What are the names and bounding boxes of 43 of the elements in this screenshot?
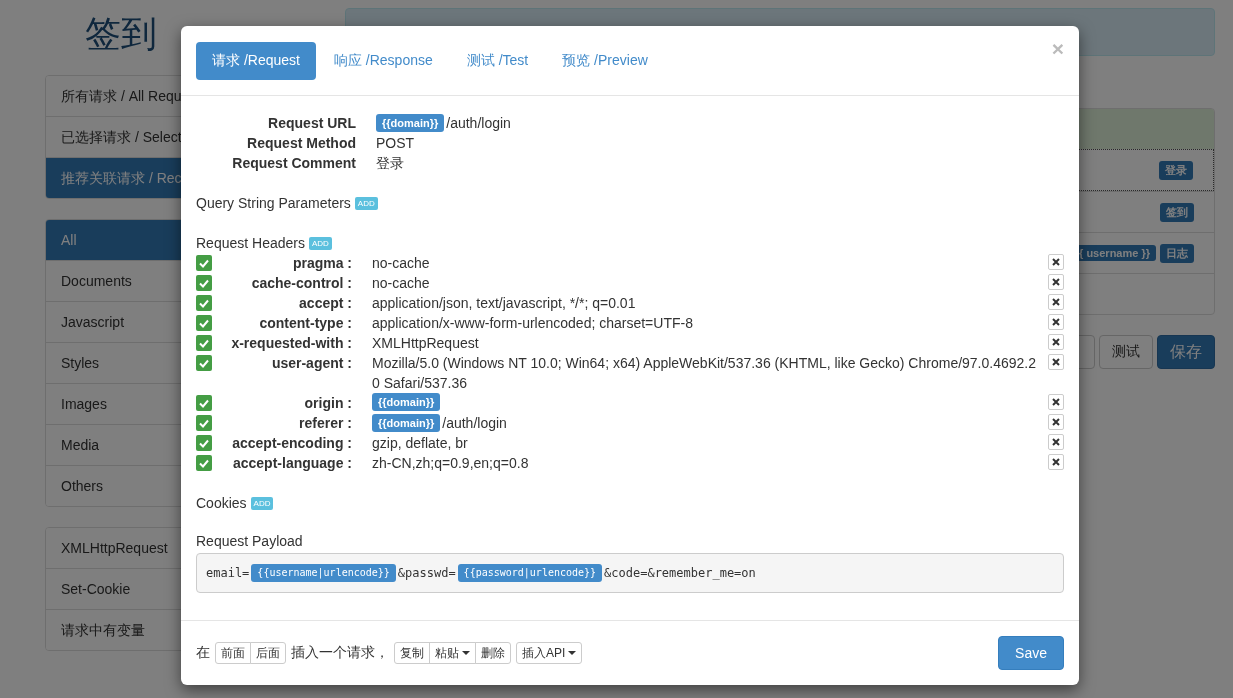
header-value: application/x-www-form-urlencoded; charset=UTF-8: [372, 314, 693, 333]
request-tag: 日志: [1160, 243, 1194, 263]
header-value: no-cache: [372, 274, 430, 293]
header-name: accept :: [298, 294, 353, 313]
header-name: origin :: [303, 394, 353, 413]
variable-tag: {{password|urlencode}}: [457, 564, 603, 582]
section-title: Request Headers: [196, 234, 305, 253]
variable-tag: {{domain}}: [372, 393, 441, 411]
header-name: user-agent :: [270, 354, 353, 373]
header-value: XMLHttpRequest: [372, 334, 479, 353]
field-value: POST: [376, 134, 415, 153]
section-title: Cookies: [196, 494, 247, 513]
header-value: /auth/login: [442, 414, 507, 433]
field-label: Request URL: [267, 114, 357, 133]
request-tag: 签到: [1160, 202, 1194, 222]
footer-text: 插入一个请求，: [291, 644, 389, 662]
payload-text: &code=&remember_me=on: [604, 566, 756, 580]
header-name: pragma :: [291, 254, 353, 273]
header-value: application/json, text/javascript, */*; q=0.01: [372, 294, 636, 313]
header-value: gzip, deflate, br: [372, 434, 468, 453]
payload-text: email=: [206, 566, 250, 580]
header-name: referer :: [298, 414, 353, 433]
field-label: Request Comment: [231, 154, 357, 173]
request-tag: 登录: [1159, 160, 1193, 180]
header-value: Mozilla/5.0 (Windows NT 10.0; Win64; x64) AppleWebKit/537.36 (KHTML, like Gecko) Chrome/97.0.4692.20 Safari/537.36: [372, 354, 1037, 393]
variable-tag: {{username|urlencode}}: [251, 564, 396, 582]
header-value: no-cache: [372, 254, 430, 273]
header-name: x-requested-with :: [230, 334, 353, 353]
header-value: zh-CN,zh;q=0.9,en;q=0.8: [372, 454, 529, 473]
header-name: accept-encoding :: [231, 434, 353, 453]
section-title: Request Payload: [196, 532, 303, 551]
field-value: 登录: [376, 154, 404, 173]
page-title: 签到: [85, 16, 157, 52]
header-name: accept-language :: [231, 454, 353, 473]
variable-tag: {{domain}}: [372, 414, 441, 432]
footer-text: 在: [196, 644, 210, 662]
header-name: content-type :: [258, 314, 353, 333]
section-title: Query String Parameters: [196, 194, 351, 213]
field-value: /auth/login: [446, 114, 511, 133]
header-name: cache-control :: [250, 274, 353, 293]
variable-tag: {{domain}}: [376, 114, 445, 132]
field-label: Request Method: [246, 134, 357, 153]
payload-text: &passwd=: [397, 566, 456, 580]
